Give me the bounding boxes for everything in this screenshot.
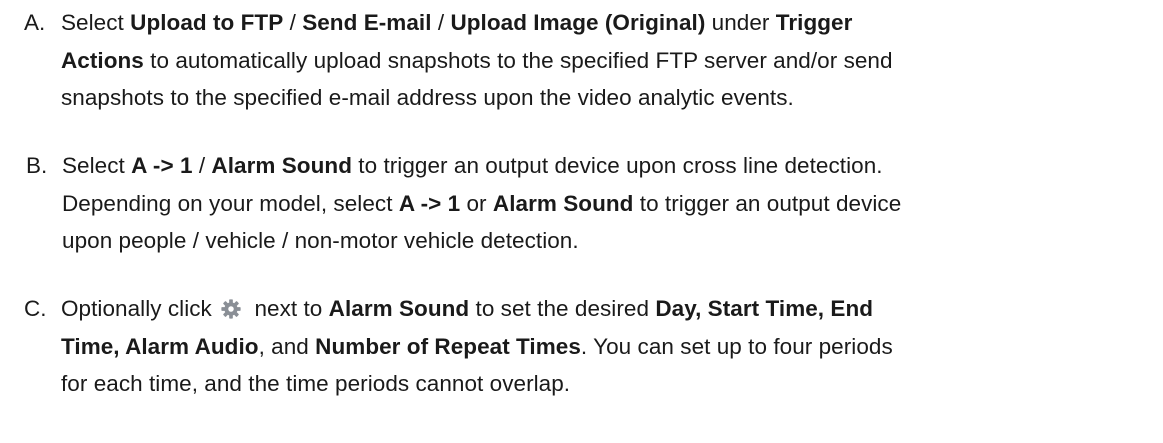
body-text: to automatically upload snapshots to the… <box>143 47 893 73</box>
bold-term: Upload to FTP <box>130 10 284 35</box>
bold-term: Trigger <box>775 10 853 35</box>
body-text: , and <box>258 333 316 359</box>
bold-term: A -> 1 <box>131 153 193 178</box>
bold-term: Actions <box>61 47 144 73</box>
body-text: to trigger an output device upon cross l… <box>351 153 883 178</box>
body-text: Optionally click <box>61 296 219 321</box>
body-text: or <box>460 190 493 216</box>
body-text: to set the desired <box>469 296 656 321</box>
body-text: next to <box>248 296 329 321</box>
list-item-text: Optionally click next to Alarm Sound to … <box>61 290 1154 403</box>
body-text: snapshots to the specified e-mail addres… <box>61 85 794 110</box>
body-text: upon people / vehicle / non-motor vehicl… <box>62 228 579 253</box>
body-text: . You can set up to four periods <box>580 333 893 359</box>
body-text: Depending on your model, select <box>62 190 399 216</box>
body-text: under <box>705 10 776 35</box>
bold-term: Day, Start Time, End <box>655 296 874 321</box>
bold-term: Send E-mail <box>302 10 432 35</box>
list-marker: B. <box>26 153 48 178</box>
bold-term: Upload Image (Original) <box>450 10 706 35</box>
bold-term: Alarm Sound <box>492 190 634 216</box>
body-text: Select <box>62 153 132 178</box>
body-text: to trigger an output device <box>633 190 902 216</box>
bold-term: Alarm Sound <box>211 153 352 178</box>
list-marker: A. <box>24 10 46 35</box>
list-item-a: A. Select Upload to FTP / Send E-mail / … <box>24 4 1154 117</box>
bold-term: Time, Alarm Audio <box>61 333 259 359</box>
list-marker: C. <box>24 296 47 321</box>
list-item-text: Select A -> 1 / Alarm Sound to trigger a… <box>62 147 1156 260</box>
body-text: for each time, and the time periods cann… <box>61 371 571 396</box>
body-text: / <box>283 10 303 35</box>
bold-term: A -> 1 <box>398 190 461 216</box>
list-item-b: B. Select A -> 1 / Alarm Sound to trigge… <box>26 147 1156 260</box>
body-text: / <box>431 10 451 35</box>
gear-icon <box>220 294 242 319</box>
list-item-text: Select Upload to FTP / Send E-mail / Upl… <box>61 4 1154 117</box>
bold-term: Number of Repeat Times <box>315 333 581 359</box>
body-text: / <box>192 153 212 178</box>
instruction-list: A. Select Upload to FTP / Send E-mail / … <box>0 0 1163 443</box>
bold-term: Alarm Sound <box>328 296 470 321</box>
list-item-c: C. Optionally click next to Alarm Sound … <box>24 290 1154 403</box>
body-text: Select <box>61 10 131 35</box>
